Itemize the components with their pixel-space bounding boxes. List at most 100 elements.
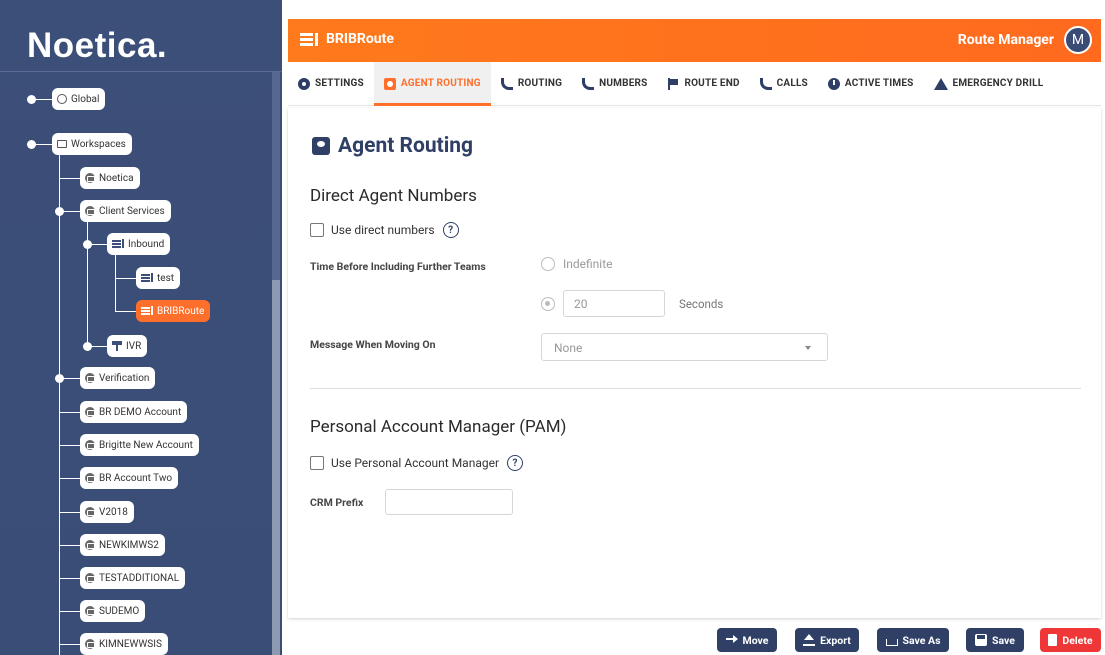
tree-node-bribroute[interactable]: BRIBRoute xyxy=(136,300,211,322)
tree-node-br-account-two[interactable]: BR Account Two xyxy=(80,467,179,489)
account-icon xyxy=(85,573,95,583)
indefinite-radio[interactable] xyxy=(541,257,555,271)
tree-node-test[interactable]: test xyxy=(136,267,181,289)
button-label: Delete xyxy=(1062,633,1093,647)
use-direct-numbers-checkbox[interactable] xyxy=(310,223,324,237)
tree-node-label: Workspaces xyxy=(71,138,126,150)
radio-label: Indefinite xyxy=(563,257,613,271)
tree-node-client-services[interactable]: Client Services xyxy=(80,200,171,222)
account-icon xyxy=(85,440,95,450)
route-icon xyxy=(141,273,153,283)
tree-node-label: BR Account Two xyxy=(99,472,173,484)
tree-toggle[interactable] xyxy=(83,240,92,249)
phone-forward-icon xyxy=(500,77,513,90)
tree-node-inbound[interactable]: Inbound xyxy=(107,233,171,255)
tab-label: CALLS xyxy=(776,78,808,89)
tree-toggle[interactable] xyxy=(55,207,64,216)
tab-agent-routing[interactable]: AGENT ROUTING xyxy=(373,61,491,106)
tree-connector xyxy=(59,512,80,513)
tree-node-sudemo[interactable]: SUDEMO xyxy=(80,600,146,622)
sidebar: Noetica. Global Workspaces Noetica Clien… xyxy=(0,0,282,655)
tree-toggle[interactable] xyxy=(83,342,92,351)
tree-node-global[interactable]: Global xyxy=(52,88,106,110)
tree-node-verification[interactable]: Verification xyxy=(80,367,156,389)
clock-icon xyxy=(827,77,840,90)
tree-connector xyxy=(59,445,80,446)
button-label: Export xyxy=(820,633,851,647)
export-button[interactable]: Export xyxy=(795,628,859,652)
tree-node-label: NEWKIMWS2 xyxy=(99,539,159,551)
tree-node-kimnewwsis[interactable]: KIMNEWWSIS xyxy=(80,633,168,655)
move-button[interactable]: Move xyxy=(717,628,777,652)
tab-calls[interactable]: CALLS xyxy=(750,62,818,106)
section-divider xyxy=(310,388,1081,389)
tree-node-noetica[interactable]: Noetica xyxy=(80,167,140,189)
tree-node-label: Verification xyxy=(99,372,150,384)
chevron-down-icon xyxy=(805,346,811,350)
seconds-input[interactable]: 20 xyxy=(563,290,665,317)
use-direct-numbers-row: Use direct numbers ? xyxy=(310,222,459,238)
warning-icon xyxy=(933,77,948,90)
route-icon xyxy=(112,239,124,249)
floppy-icon xyxy=(975,634,988,646)
tab-settings[interactable]: SETTINGS xyxy=(288,62,374,106)
tree-node-br-demo-account[interactable]: BR DEMO Account xyxy=(80,401,188,423)
crm-prefix-input[interactable] xyxy=(385,489,513,515)
tab-emergency-drill[interactable]: EMERGENCY DRILL xyxy=(924,62,1054,106)
section-heading-pam: Personal Account Manager (PAM) xyxy=(310,417,567,437)
tree-toggle[interactable] xyxy=(27,140,36,149)
tree-node-label: KIMNEWWSIS xyxy=(99,638,162,650)
sidebar-scrollbar-thumb[interactable] xyxy=(272,280,280,655)
avatar[interactable]: M xyxy=(1064,26,1092,54)
tree-node-newkimws2[interactable]: NEWKIMWS2 xyxy=(80,534,165,556)
checkbox-label: Use Personal Account Manager xyxy=(331,456,500,470)
tree-node-brigitte-new-account[interactable]: Brigitte New Account xyxy=(80,434,199,456)
tab-label: EMERGENCY DRILL xyxy=(952,78,1044,89)
seconds-radio[interactable] xyxy=(541,296,555,311)
button-label: Move xyxy=(742,633,769,647)
tree-node-label: Inbound xyxy=(128,238,165,250)
tab-label: ROUTING xyxy=(517,78,563,89)
header-bar: BRIBRoute Route Manager M xyxy=(288,19,1101,62)
tree-connector xyxy=(59,644,80,645)
tree-connector xyxy=(87,211,88,346)
tree-node-workspaces[interactable]: Workspaces xyxy=(52,133,132,155)
help-icon[interactable]: ? xyxy=(442,222,459,238)
user-area[interactable]: Route Manager M xyxy=(958,26,1092,54)
tree-node-testadditional[interactable]: TESTADDITIONAL xyxy=(80,567,186,589)
tree-toggle[interactable] xyxy=(27,95,36,104)
header-title-group: BRIBRoute xyxy=(300,31,394,47)
field-label: CRM Prefix xyxy=(310,496,364,509)
account-icon xyxy=(85,373,95,383)
tab-label: AGENT ROUTING xyxy=(400,78,481,89)
tree-connector xyxy=(59,178,80,179)
tab-route-end[interactable]: ROUTE END xyxy=(657,62,749,106)
tree-toggle[interactable] xyxy=(55,374,64,383)
flag-icon xyxy=(667,77,679,90)
app-window: Noetica. Global Workspaces Noetica Clien… xyxy=(0,0,1105,655)
tree-connector xyxy=(59,412,80,413)
tree-node-ivr[interactable]: IVR xyxy=(107,335,148,357)
help-icon[interactable]: ? xyxy=(507,455,524,471)
tab-active-times[interactable]: ACTIVE TIMES xyxy=(818,62,924,106)
tree-connector xyxy=(115,278,136,279)
save-button[interactable]: Save xyxy=(966,628,1024,652)
tree-connector xyxy=(59,578,80,579)
delete-button[interactable]: Delete xyxy=(1040,628,1101,652)
route-icon xyxy=(300,31,320,47)
message-select[interactable]: None xyxy=(541,333,828,361)
save-as-button[interactable]: Save As xyxy=(877,628,949,652)
use-pam-checkbox[interactable] xyxy=(310,456,324,470)
tree-connector xyxy=(115,311,136,312)
tab-numbers[interactable]: NUMBERS xyxy=(572,62,657,106)
account-icon xyxy=(85,540,95,550)
tree-node-label: SUDEMO xyxy=(99,605,140,617)
tree-connector xyxy=(59,144,60,378)
action-bar: Move Export Save As Save Delete xyxy=(288,628,1101,655)
tab-routing[interactable]: ROUTING xyxy=(491,62,572,106)
seconds-option: 20 Seconds xyxy=(541,290,723,317)
role-label: Route Manager xyxy=(957,32,1054,48)
button-label: Save xyxy=(992,633,1015,647)
indefinite-option[interactable]: Indefinite xyxy=(541,257,613,271)
tree-node-v2018[interactable]: V2018 xyxy=(80,501,134,523)
